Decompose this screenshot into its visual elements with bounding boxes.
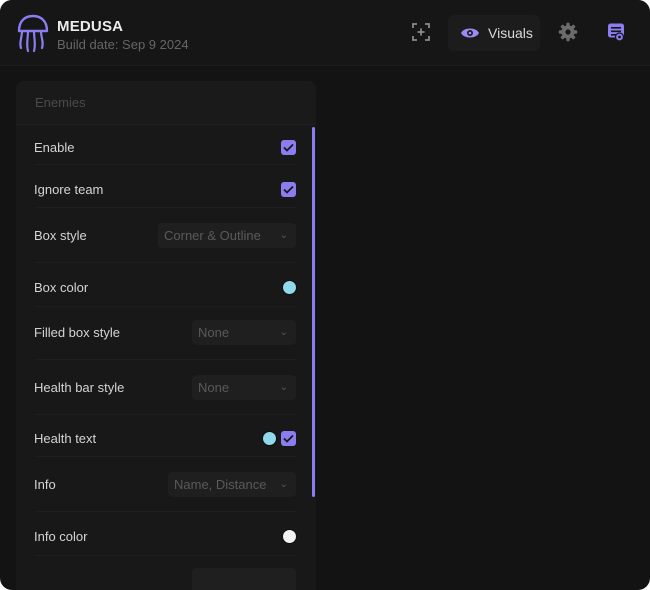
divider — [34, 555, 296, 556]
health-text-controls — [263, 430, 296, 446]
visuals-tab-label: Visuals — [488, 25, 533, 41]
chevron-down-icon: ⌄ — [279, 326, 288, 338]
info-select[interactable]: Name, Distance ⌄ — [168, 472, 296, 497]
setting-row-box-style: Box style Corner & Outline ⌄ — [34, 222, 296, 249]
gear-icon[interactable] — [556, 20, 580, 44]
select-value: Name, Distance — [174, 477, 267, 492]
jellyfish-logo-icon — [16, 14, 50, 54]
setting-row-health-text: Health text — [34, 429, 296, 447]
setting-label: Ignore team — [34, 181, 104, 197]
setting-label: Box style — [34, 228, 87, 243]
setting-row-filled-box-style: Filled box style None ⌄ — [34, 319, 296, 346]
setting-row-box-color: Box color — [34, 278, 296, 296]
build-date: Build date: Sep 9 2024 — [57, 37, 189, 52]
chevron-down-icon: ⌄ — [279, 478, 288, 490]
filled-box-style-select[interactable]: None ⌄ — [192, 320, 296, 345]
health-text-checkbox[interactable] — [281, 430, 296, 446]
divider — [34, 207, 296, 208]
setting-label: Box color — [34, 279, 89, 295]
select-value: None — [198, 325, 230, 340]
setting-label: Info — [34, 477, 56, 492]
setting-label: Filled box style — [34, 325, 120, 340]
divider — [34, 164, 296, 165]
visuals-tab-button[interactable]: Visuals — [448, 15, 540, 51]
setting-row-enable: Enable — [34, 138, 296, 156]
setting-label: Info color — [34, 528, 88, 544]
crosshair-icon[interactable] — [409, 20, 433, 44]
checkmark-icon — [283, 143, 294, 152]
setting-label: Enable — [34, 139, 75, 155]
health-text-color-swatch[interactable] — [263, 431, 276, 445]
divider — [34, 306, 296, 307]
select-value: Corner & Outline — [164, 228, 261, 243]
chevron-down-icon: ⌄ — [279, 381, 288, 393]
panel-title: Enemies — [35, 95, 86, 110]
setting-label: Health text — [34, 430, 97, 446]
divider — [34, 262, 296, 263]
box-style-select[interactable]: Corner & Outline ⌄ — [158, 223, 296, 248]
setting-row-health-bar-style: Health bar style None ⌄ — [34, 374, 296, 401]
eye-icon — [461, 28, 479, 38]
scrollbar-thumb[interactable] — [312, 127, 315, 497]
info-color-swatch[interactable] — [283, 529, 296, 543]
setting-row-info: Info Name, Distance ⌄ — [34, 471, 296, 498]
checkmark-icon — [283, 434, 294, 443]
health-bar-style-select[interactable]: None ⌄ — [192, 375, 296, 400]
divider — [34, 456, 296, 457]
setting-label: Health bar style — [34, 380, 125, 395]
app-title: MEDUSA — [57, 18, 124, 35]
enemies-panel: Enemies Enable Ignore team Box style Cor… — [16, 81, 316, 590]
divider — [34, 511, 296, 512]
setting-row-info-color: Info color — [34, 527, 296, 545]
app-window: MEDUSA Build date: Sep 9 2024 Visuals En… — [0, 0, 650, 590]
chevron-down-icon: ⌄ — [279, 229, 288, 241]
ignore-team-checkbox[interactable] — [281, 181, 296, 197]
setting-row-ignore-team: Ignore team — [34, 180, 296, 198]
top-bar: MEDUSA Build date: Sep 9 2024 Visuals — [0, 0, 650, 66]
panel-header: Enemies — [16, 81, 316, 125]
next-setting-select[interactable] — [192, 568, 296, 590]
select-value: None — [198, 380, 230, 395]
divider — [34, 359, 296, 360]
checkmark-icon — [283, 185, 294, 194]
box-color-swatch[interactable] — [283, 280, 296, 294]
enable-checkbox[interactable] — [281, 139, 296, 155]
divider — [34, 414, 296, 415]
config-icon[interactable] — [604, 20, 628, 44]
